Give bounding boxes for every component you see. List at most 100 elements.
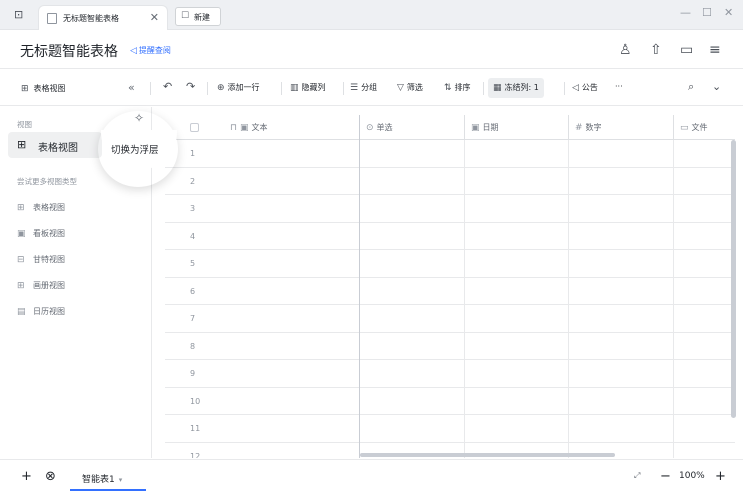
add-row-button[interactable]: ⊕ 添加一行	[217, 82, 260, 93]
new-tab-label: 新建	[194, 13, 210, 22]
gallery-icon: ⊞	[17, 281, 25, 291]
sidebar-item-calendar[interactable]: ▤ 日历视图	[17, 306, 65, 317]
share-icon[interactable]: ⇧	[650, 42, 662, 58]
table-row[interactable]: 1	[165, 140, 735, 168]
layout-icon[interactable]: ⊡	[14, 8, 23, 21]
add-sheet-icon[interactable]: +	[21, 469, 32, 484]
add-row-label: 添加一行	[227, 83, 260, 92]
column-header-file[interactable]: ▭ 文件	[674, 115, 735, 140]
remind-button[interactable]: ◁ 提醒查阅	[130, 45, 171, 56]
table-row[interactable]: 10	[165, 388, 735, 415]
table-row[interactable]: 4	[165, 223, 735, 250]
table-row[interactable]: 5	[165, 250, 735, 278]
toolbar: ⊞ 表格视图 « ↶ ↷ ⊕ 添加一行 ▥ 隐藏列 ☰ 分组 ▽ 筛选 ⇅ 排序 ▦ 冻结列:…	[0, 70, 743, 106]
sort-icon: ⇅	[444, 83, 452, 93]
group-icon: ☰	[350, 83, 359, 93]
sidebar-item-label: 日历视图	[33, 307, 65, 316]
select-all-checkbox[interactable]	[190, 123, 199, 132]
pin-icon[interactable]: ✧	[134, 111, 144, 125]
add-member-icon[interactable]: ♙	[619, 42, 632, 58]
horizontal-scrollbar[interactable]	[360, 453, 615, 457]
toolbar-divider	[343, 82, 344, 95]
new-tab-button[interactable]: ☐ 新建	[175, 7, 221, 26]
toolbar-divider	[150, 82, 151, 95]
redo-icon[interactable]: ↷	[186, 80, 195, 93]
sidebar-item-table-view[interactable]: ⊞ 表格视图	[8, 132, 102, 158]
date-icon: ▣	[471, 123, 480, 133]
new-doc-icon: ☐	[181, 11, 190, 21]
number-icon: #	[575, 123, 583, 133]
table-row[interactable]: 3	[165, 195, 735, 223]
column-header-single-select[interactable]: ⊙ 单选	[360, 115, 465, 140]
filter-button[interactable]: ▽ 筛选	[397, 82, 423, 93]
plus-circle-icon: ⊕	[217, 83, 225, 93]
zoom-in-icon[interactable]: +	[715, 469, 726, 484]
window-tab-bar: ⊡ 无标题智能表格 ✕ ☐ 新建 — ☐ ✕	[0, 0, 743, 30]
layers-icon[interactable]: ⊗	[45, 469, 56, 484]
column-label: 单选	[376, 123, 393, 132]
view-selector[interactable]: ⊞ 表格视图	[21, 83, 66, 94]
table-icon: ⊞	[17, 138, 27, 151]
close-icon[interactable]: ✕	[150, 11, 159, 24]
filter-icon: ▽	[397, 83, 404, 93]
row-number: 9	[190, 369, 196, 378]
sidebar-item-gantt[interactable]: ⊟ 甘特视图	[17, 254, 65, 265]
menu-icon[interactable]: ≡	[709, 42, 721, 58]
sidebar-item-label: 表格视图	[33, 203, 65, 212]
freeze-column-button[interactable]: ▦ 冻结列: 1	[488, 78, 544, 98]
sidebar-item-table[interactable]: ⊞ 表格视图	[17, 202, 65, 213]
row-number: 12	[190, 451, 201, 459]
comment-icon[interactable]: ▭	[680, 42, 693, 58]
announce-button[interactable]: ◁ 公告	[572, 82, 598, 93]
table-row[interactable]: 8	[165, 333, 735, 360]
column-header-number[interactable]: # 数字	[569, 115, 674, 140]
toolbar-divider	[281, 82, 282, 95]
window-close-icon[interactable]: ✕	[724, 6, 733, 19]
column-label: 数字	[585, 123, 602, 132]
document-tab-label: 无标题智能表格	[63, 14, 119, 23]
maximize-icon[interactable]: ☐	[702, 6, 712, 19]
page-title[interactable]: 无标题智能表格	[20, 41, 118, 61]
remind-label: 提醒查阅	[138, 46, 171, 55]
lock-icon: ⊓	[230, 123, 238, 133]
caret-down-icon[interactable]: ▾	[119, 476, 123, 484]
sidebar-item-kanban[interactable]: ▣ 看板视图	[17, 228, 65, 239]
announce-label: 公告	[581, 83, 598, 92]
more-button[interactable]: ···	[615, 82, 623, 91]
table-row[interactable]: 11	[165, 415, 735, 443]
table-row[interactable]: 7	[165, 305, 735, 333]
column-header-date[interactable]: ▣ 日期	[465, 115, 569, 140]
sort-button[interactable]: ⇅ 排序	[444, 82, 471, 93]
sort-label: 排序	[454, 83, 471, 92]
row-number: 7	[190, 314, 196, 323]
freeze-column-label: 冻结列: 1	[504, 83, 539, 92]
undo-icon[interactable]: ↶	[163, 80, 172, 93]
row-number: 5	[190, 259, 196, 268]
sidebar-item-label: 甘特视图	[33, 255, 65, 264]
search-icon[interactable]: ⌕	[688, 80, 694, 94]
sheet-tab[interactable]: 智能表1 ▾	[70, 465, 146, 491]
sidebar-item-gallery[interactable]: ⊞ 画册视图	[17, 280, 65, 291]
table-row[interactable]: 2	[165, 168, 735, 195]
row-number: 4	[190, 231, 196, 241]
column-divider	[568, 140, 569, 458]
chevron-down-icon[interactable]: ⌄	[712, 80, 721, 93]
table-row[interactable]: 6	[165, 278, 735, 305]
table-row[interactable]: 9	[165, 360, 735, 388]
fit-screen-icon[interactable]: ⤢	[634, 471, 640, 481]
freeze-icon: ▦	[493, 83, 502, 93]
zoom-out-icon[interactable]: −	[660, 469, 671, 484]
try-views-section-title: 尝试更多视图类型	[17, 177, 77, 186]
column-header-text[interactable]: ⊓ ▣ 文本	[165, 115, 360, 140]
vertical-scrollbar[interactable]	[731, 140, 736, 418]
row-number: 3	[190, 204, 196, 213]
hide-column-button[interactable]: ▥ 隐藏列	[290, 82, 326, 93]
minimize-icon[interactable]: —	[680, 6, 691, 19]
collapse-sidebar-icon[interactable]: «	[128, 81, 135, 94]
group-button[interactable]: ☰ 分组	[350, 82, 377, 93]
document-tab[interactable]: 无标题智能表格 ✕	[38, 5, 168, 30]
row-number: 10	[190, 396, 201, 406]
bell-icon: ◁	[130, 46, 137, 56]
frozen-column-divider[interactable]	[359, 115, 360, 458]
zoom-level[interactable]: 100%	[679, 471, 705, 481]
